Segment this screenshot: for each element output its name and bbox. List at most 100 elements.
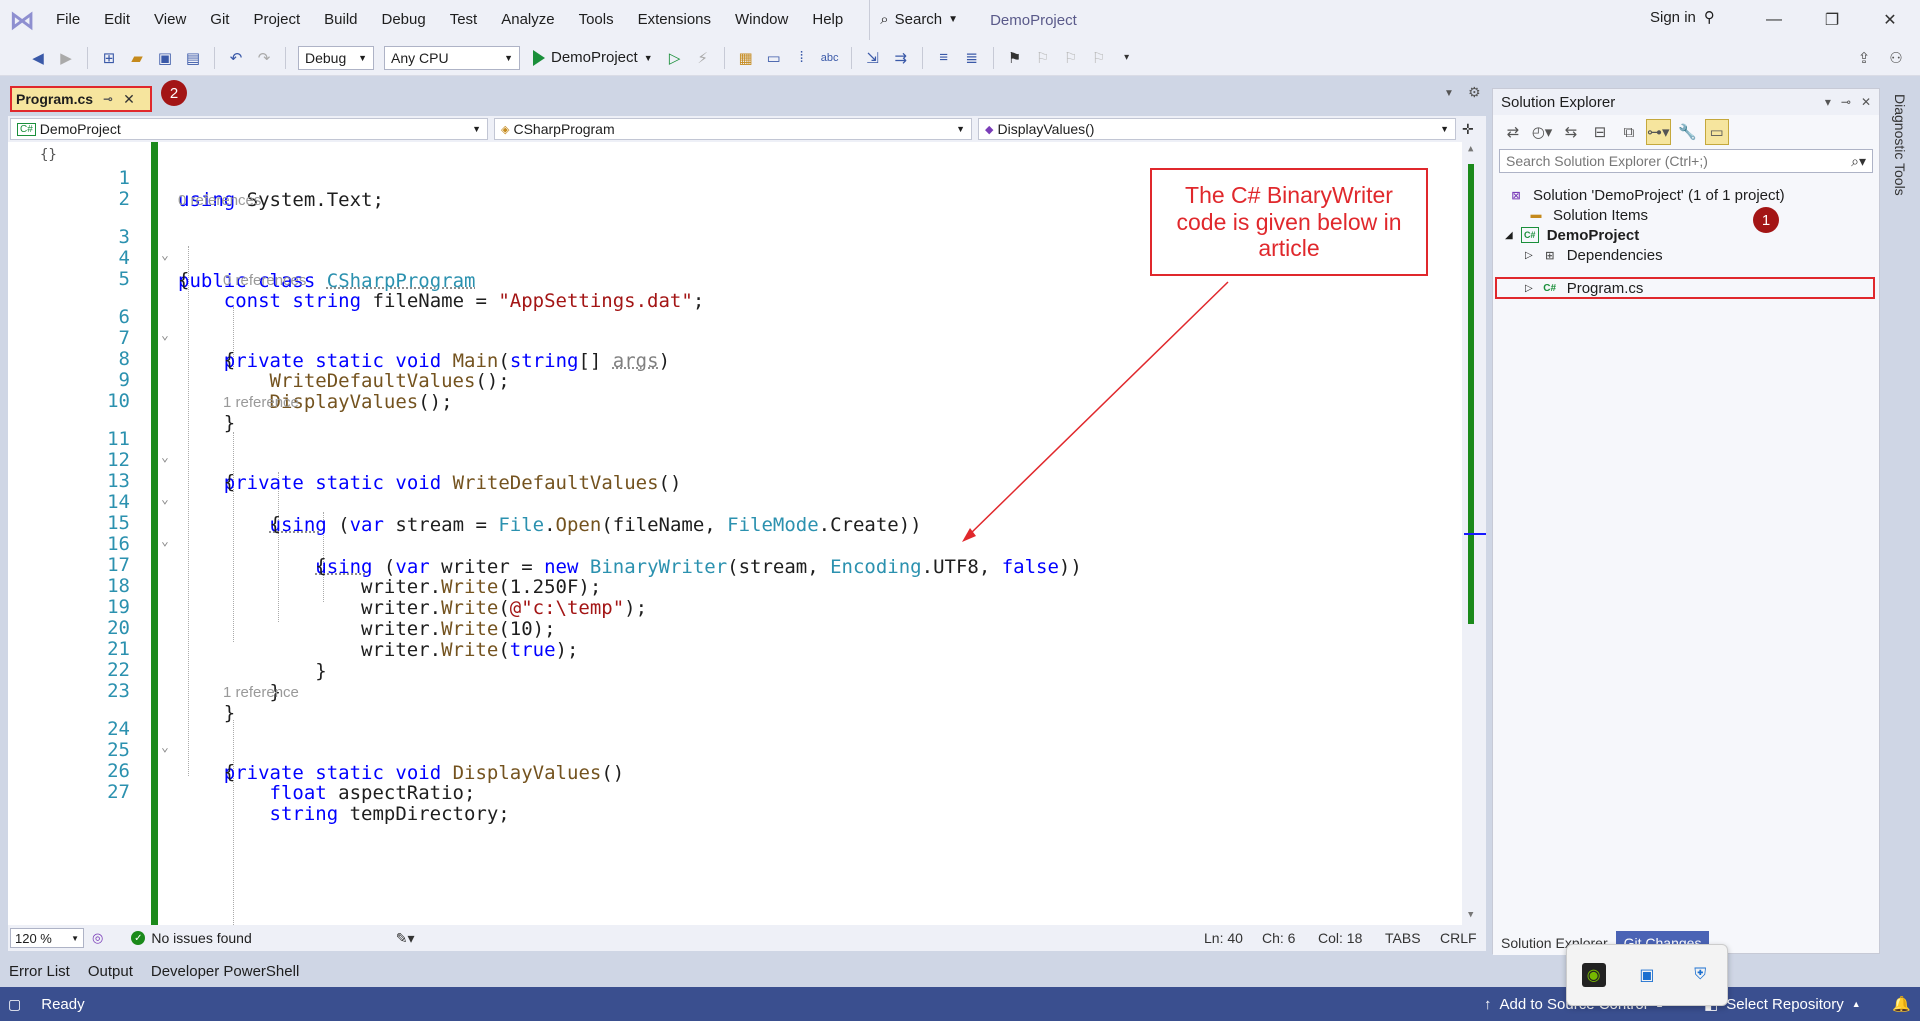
pin-icon[interactable]: ⊸ [103, 92, 113, 106]
diagnostic-tools-side-tab[interactable]: Diagnostic Tools [1884, 88, 1920, 954]
redo-icon[interactable]: ↷ [252, 45, 276, 71]
preview-selected-icon[interactable]: ▭ [1704, 119, 1729, 145]
menu-git[interactable]: Git [198, 0, 241, 40]
char-indicator[interactable]: Ch: 6 [1262, 930, 1295, 946]
column-indicator[interactable]: Col: 18 [1318, 930, 1362, 946]
member-scope-dropdown[interactable]: ◆ DisplayValues() ▼ [978, 118, 1456, 140]
hot-reload-icon[interactable]: ⚡ [691, 45, 715, 71]
nvidia-icon[interactable]: ◉ [1581, 963, 1606, 987]
issues-indicator[interactable]: ✓ No issues found [131, 930, 252, 946]
notification-icon[interactable]: ▢ [8, 996, 21, 1013]
tab-developer-powershell[interactable]: Developer PowerShell [142, 963, 308, 980]
save-all-icon[interactable]: ▤ [181, 45, 205, 71]
tab-program-cs[interactable]: Program.cs ⊸ ✕ [10, 86, 152, 112]
properties-icon[interactable]: 🔧 [1676, 119, 1700, 145]
restore-button[interactable]: ❐ [1804, 0, 1860, 40]
step-over-icon[interactable]: ⇉ [889, 45, 913, 71]
platform-dropdown[interactable]: Any CPU ▼ [384, 45, 520, 70]
switch-views-icon[interactable]: ⇄ [1501, 119, 1525, 145]
scroll-down-icon[interactable]: ▼ [1468, 910, 1473, 920]
line-ending-indicator[interactable]: CRLF [1440, 930, 1477, 946]
sign-in-label: Sign in [1650, 9, 1696, 26]
project-scope-dropdown[interactable]: C# DemoProject ▼ [10, 118, 488, 140]
close-window-button[interactable]: ✕ [1862, 0, 1918, 40]
settings-gear-icon[interactable]: ⚙ [1468, 84, 1481, 101]
clear-bookmarks-icon[interactable]: ⚐ [1087, 45, 1111, 71]
browse-folder-icon[interactable]: ▦ [734, 45, 758, 71]
menu-build[interactable]: Build [312, 0, 369, 40]
collapsed-arrow-icon[interactable]: ▷ [1525, 250, 1533, 261]
filter-icon[interactable]: ⊶▾ [1646, 119, 1671, 145]
indent-mode-indicator[interactable]: TABS [1385, 930, 1421, 946]
menu-help[interactable]: Help [800, 0, 855, 40]
navigate-forward-icon[interactable]: ▶ [54, 45, 78, 71]
feedback-icon[interactable]: ⚇ [1884, 45, 1908, 71]
bookmark-icon[interactable]: ⚑ [1003, 45, 1027, 71]
step-into-icon[interactable]: ⇲ [861, 45, 885, 71]
live-share-icon[interactable]: ⇪ [1852, 45, 1876, 71]
tab-error-list[interactable]: Error List [0, 963, 79, 980]
step-badge: 1 [1753, 207, 1779, 233]
pending-changes-filter-icon[interactable]: ◴▾ [1530, 119, 1554, 145]
notifications-bell-icon[interactable]: 🔔 [1892, 995, 1911, 1013]
tab-list-dropdown-icon[interactable]: ▼ [1444, 88, 1454, 99]
solution-search-input[interactable]: Search Solution Explorer (Ctrl+;) ⌕▾ [1499, 149, 1873, 173]
collapsed-arrow-icon[interactable]: ▷ [1525, 283, 1533, 294]
code-line: 27 string tempDirectory; [8, 759, 1448, 825]
display-icon[interactable]: ▣ [1635, 963, 1659, 987]
split-window-icon[interactable]: ✛ [1462, 121, 1474, 138]
toolbar-separator [992, 46, 994, 69]
show-all-files-icon[interactable]: ⧉ [1617, 119, 1641, 145]
code-cleanup-icon[interactable]: ✎▾ [396, 930, 415, 947]
toolbar-separator [723, 46, 725, 69]
menu-debug[interactable]: Debug [370, 0, 438, 40]
open-file-icon[interactable]: ▰ [125, 45, 149, 71]
expanded-arrow-icon[interactable]: ◢ [1505, 230, 1513, 241]
spell-check-icon[interactable]: abc [818, 45, 842, 71]
navigate-back-icon[interactable]: ◀ [26, 45, 50, 71]
chevron-down-icon: ▼ [472, 124, 481, 134]
close-tab-icon[interactable]: ✕ [123, 91, 135, 108]
uncomment-icon[interactable]: ≣ [960, 45, 984, 71]
security-shield-icon[interactable]: ⛨ [1688, 963, 1712, 987]
tab-output[interactable]: Output [79, 963, 142, 980]
pin-icon[interactable]: ⊸ [1841, 95, 1851, 109]
save-icon[interactable]: ▣ [153, 45, 177, 71]
undo-icon[interactable]: ↶ [224, 45, 248, 71]
type-scope-dropdown[interactable]: ◈ CSharpProgram ▼ [494, 118, 972, 140]
line-indicator[interactable]: Ln: 40 [1204, 930, 1243, 946]
menu-view[interactable]: View [142, 0, 198, 40]
start-without-debugging-icon[interactable]: ▷ [663, 45, 687, 71]
menu-edit[interactable]: Edit [92, 0, 142, 40]
solution-config-dropdown[interactable]: Debug ▼ [298, 45, 374, 70]
minimize-button[interactable]: — [1746, 0, 1802, 40]
scroll-up-icon[interactable]: ▲ [1468, 144, 1473, 154]
collapse-all-icon[interactable]: ⊟ [1588, 119, 1612, 145]
start-debugging-button[interactable]: DemoProject ▼ [527, 49, 659, 66]
sign-in-button[interactable]: Sign in ⚲ [1650, 0, 1715, 36]
next-bookmark-icon[interactable]: ⚐ [1059, 45, 1083, 71]
menu-window[interactable]: Window [723, 0, 800, 40]
comment-icon[interactable]: ≡ [932, 45, 956, 71]
layout-icon[interactable]: ▭ [762, 45, 786, 71]
toolbar-options-icon[interactable]: ▾ [1115, 45, 1139, 71]
toolbar-separator [285, 46, 286, 69]
search-button[interactable]: ⌕ Search ▼ [869, 0, 968, 40]
panel-options-icon[interactable]: ▾ [1825, 95, 1831, 109]
sync-active-document-icon[interactable]: ⇆ [1559, 119, 1583, 145]
tree-item-dependencies[interactable]: ▷ ⊞ Dependencies [1525, 243, 1663, 267]
prev-bookmark-icon[interactable]: ⚐ [1031, 45, 1055, 71]
menu-project[interactable]: Project [241, 0, 312, 40]
format-icon[interactable]: ⁞ [790, 45, 814, 71]
menu-extensions[interactable]: Extensions [626, 0, 723, 40]
copilot-icon[interactable]: ◎ [92, 930, 103, 946]
menu-analyze[interactable]: Analyze [489, 0, 566, 40]
menu-file[interactable]: File [44, 0, 92, 40]
tree-item-program-cs[interactable]: ▷ C# Program.cs [1525, 276, 1643, 300]
solution-explorer-panel: Solution Explorer ▾ ⊸ ✕ ⇄ ◴▾ ⇆ ⊟ ⧉ ⊶▾ 🔧 … [1492, 88, 1880, 955]
menu-tools[interactable]: Tools [567, 0, 626, 40]
menu-test[interactable]: Test [438, 0, 490, 40]
close-panel-icon[interactable]: ✕ [1861, 95, 1871, 109]
zoom-dropdown[interactable]: 120 % ▼ [10, 928, 84, 948]
new-project-icon[interactable]: ⊞ [97, 45, 121, 71]
